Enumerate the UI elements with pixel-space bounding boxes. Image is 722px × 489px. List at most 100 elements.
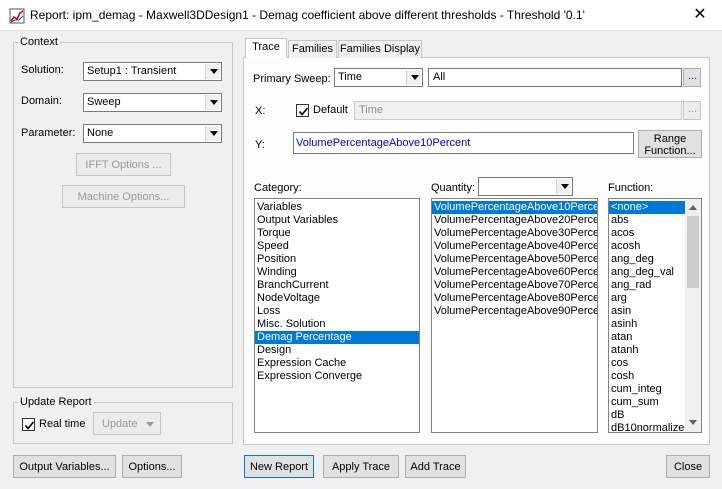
parameter-value: None <box>87 127 114 139</box>
x-expression-value: Time <box>359 104 384 116</box>
apply-trace-label: Apply Trace <box>331 460 391 473</box>
close-button[interactable]: Close <box>666 455 710 478</box>
new-report-button[interactable]: New Report <box>244 455 314 478</box>
function-list-item[interactable]: cosh <box>609 370 685 383</box>
maxwell-app-icon <box>9 8 25 24</box>
function-list-item[interactable]: cum_integ <box>609 383 685 396</box>
category-list-item[interactable]: Winding <box>255 266 419 279</box>
window-title: Report: ipm_demag - Maxwell3DDesign1 - D… <box>30 8 585 22</box>
function-list-scrollbar[interactable] <box>685 199 701 432</box>
realtime-checkbox[interactable] <box>22 418 35 431</box>
function-list-item[interactable]: atanh <box>609 344 685 357</box>
x-expression-field[interactable]: Time <box>354 101 682 120</box>
quantity-filter-select[interactable] <box>478 177 573 196</box>
solution-value: Setup1 : Transient <box>87 65 177 77</box>
x-ellipsis-button[interactable]: ... <box>683 101 701 120</box>
title-bar: Report: ipm_demag - Maxwell3DDesign1 - D… <box>0 0 722 31</box>
function-list-item[interactable]: <none> <box>609 201 685 214</box>
category-list-item[interactable]: Demag Percentage <box>255 331 419 344</box>
new-report-label: New Report <box>249 460 309 473</box>
function-list-item[interactable]: acosh <box>609 240 685 253</box>
ellipsis-icon: ... <box>688 70 698 82</box>
category-list-item[interactable]: Position <box>255 253 419 266</box>
chevron-down-icon <box>556 179 571 194</box>
category-list-item[interactable]: Loss <box>255 305 419 318</box>
quantity-list-item[interactable]: VolumePercentageAbove70Percent <box>432 279 597 292</box>
quantity-list-item[interactable]: VolumePercentageAbove90Percent <box>432 305 597 318</box>
ifft-options-button[interactable]: IFFT Options ... <box>76 153 171 176</box>
category-list-item[interactable]: Torque <box>255 227 419 240</box>
function-list-item[interactable]: atan <box>609 331 685 344</box>
category-list-item[interactable]: Expression Cache <box>255 357 419 370</box>
options-button[interactable]: Options... <box>122 455 182 478</box>
category-list-item[interactable]: Expression Converge <box>255 370 419 383</box>
function-list-item[interactable]: ang_deg <box>609 253 685 266</box>
chevron-down-icon <box>205 126 220 141</box>
add-trace-button[interactable]: Add Trace <box>405 455 466 478</box>
domain-select[interactable]: Sweep <box>83 93 222 112</box>
function-label: Function: <box>608 182 654 194</box>
y-expression-value: VolumePercentageAbove10Percent <box>296 137 471 149</box>
parameter-label: Parameter: <box>21 127 76 139</box>
range-function-line1: Range <box>653 133 687 145</box>
function-list-item[interactable]: cum_sum <box>609 396 685 409</box>
scroll-up-icon[interactable] <box>689 205 697 210</box>
ifft-options-label: IFFT Options ... <box>85 158 162 171</box>
category-list-item[interactable]: Speed <box>255 240 419 253</box>
category-list-item[interactable]: Design <box>255 344 419 357</box>
function-list-item[interactable]: arg <box>609 292 685 305</box>
solution-select[interactable]: Setup1 : Transient <box>83 62 222 81</box>
range-function-line2: Function... <box>644 145 696 157</box>
default-checkbox[interactable] <box>296 104 309 117</box>
function-list-item[interactable]: cos <box>609 357 685 370</box>
apply-trace-button[interactable]: Apply Trace <box>323 455 399 478</box>
ellipsis-icon: ... <box>688 103 698 115</box>
function-list-item[interactable]: acos <box>609 227 685 240</box>
tab-trace[interactable]: Trace <box>245 38 287 58</box>
quantity-list-item[interactable]: VolumePercentageAbove10Percent <box>432 201 597 214</box>
function-list-item[interactable]: ang_deg_val <box>609 266 685 279</box>
quantity-list-item[interactable]: VolumePercentageAbove50Percent <box>432 253 597 266</box>
parameter-select[interactable]: None <box>83 124 222 143</box>
function-list-item[interactable]: abs <box>609 214 685 227</box>
x-label: X: <box>255 105 266 117</box>
range-function-button[interactable]: Range Function... <box>638 130 702 158</box>
category-list-item[interactable]: NodeVoltage <box>255 292 419 305</box>
quantity-list-item[interactable]: VolumePercentageAbove60Percent <box>432 266 597 279</box>
function-list-item[interactable]: ang_rad <box>609 279 685 292</box>
primary-sweep-ellipsis-button[interactable]: ... <box>683 68 701 87</box>
quantity-list-item[interactable]: VolumePercentageAbove30Percent <box>432 227 597 240</box>
scroll-down-icon[interactable] <box>689 420 697 425</box>
close-window-icon[interactable]: ✕ <box>682 3 718 27</box>
function-list-item[interactable]: dB10normalize <box>609 422 685 432</box>
checkmark-icon <box>24 421 35 430</box>
quantity-list-item[interactable]: VolumePercentageAbove20Percent <box>432 214 597 227</box>
category-list-item[interactable]: BranchCurrent <box>255 279 419 292</box>
update-button[interactable]: Update <box>93 412 161 435</box>
quantity-label: Quantity: <box>431 182 476 194</box>
tab-families[interactable]: Families <box>288 40 337 58</box>
domain-label: Domain: <box>21 95 62 107</box>
category-list-item[interactable]: Output Variables <box>255 214 419 227</box>
category-list-item[interactable]: Variables <box>255 201 419 214</box>
quantity-list-item[interactable]: VolumePercentageAbove80Percent <box>432 292 597 305</box>
output-variables-label: Output Variables... <box>19 460 110 473</box>
quantity-list[interactable]: VolumePercentageAbove10Percent VolumePerc… <box>431 198 598 433</box>
function-list-item[interactable]: asin <box>609 305 685 318</box>
tab-families-display[interactable]: Families Display <box>338 40 422 58</box>
y-expression-field[interactable]: VolumePercentageAbove10Percent <box>293 132 634 154</box>
function-list-item[interactable]: dB <box>609 409 685 422</box>
quantity-list-item[interactable]: VolumePercentageAbove40Percent <box>432 240 597 253</box>
dropdown-arrow-icon <box>146 422 154 427</box>
function-list-item[interactable]: asinh <box>609 318 685 331</box>
output-variables-button[interactable]: Output Variables... <box>13 455 116 478</box>
chevron-down-icon <box>406 70 421 85</box>
category-list[interactable]: Variables Output Variables Torque Speed Posi… <box>254 198 420 433</box>
scrollbar-thumb[interactable] <box>687 216 699 288</box>
machine-options-button[interactable]: Machine Options... <box>62 185 185 208</box>
primary-sweep-select[interactable]: Time <box>334 68 423 87</box>
category-list-item[interactable]: Misc. Solution <box>255 318 419 331</box>
chevron-down-icon <box>205 95 220 110</box>
checkmark-icon <box>298 107 309 116</box>
primary-sweep-range[interactable]: All <box>428 68 682 87</box>
